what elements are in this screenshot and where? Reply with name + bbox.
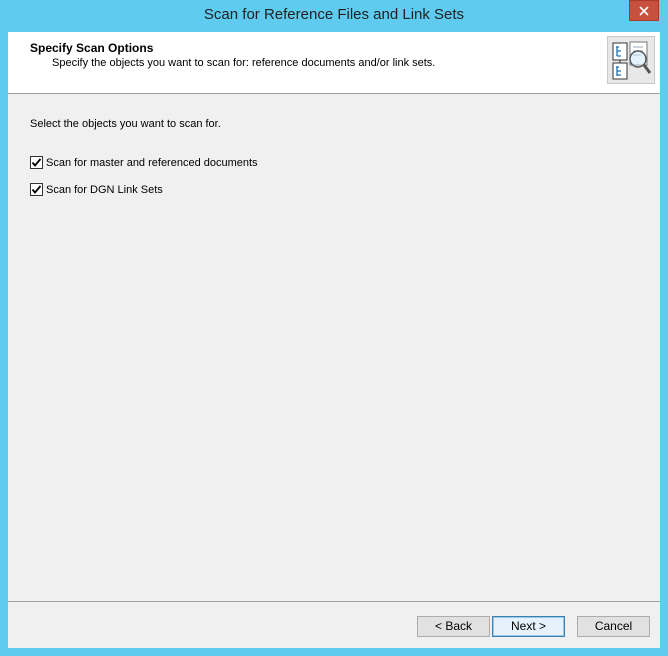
checkmark-icon (31, 158, 42, 167)
dialog-client-area: Specify Scan Options Specify the objects… (8, 32, 660, 648)
scan-linksets-label[interactable]: Scan for DGN Link Sets (46, 184, 163, 196)
dialog-window: Scan for Reference Files and Link Sets S… (0, 0, 668, 656)
cancel-button[interactable]: Cancel (577, 616, 650, 637)
header-title: Specify Scan Options (30, 41, 154, 55)
header-subtitle: Specify the objects you want to scan for… (52, 57, 436, 69)
next-button[interactable]: Next > (492, 616, 565, 637)
wizard-header: Specify Scan Options Specify the objects… (8, 32, 660, 94)
footer-divider (8, 601, 660, 602)
checkmark-icon (31, 185, 42, 194)
scan-linksets-checkbox[interactable] (30, 183, 43, 196)
close-button[interactable] (629, 0, 659, 21)
close-icon (639, 5, 649, 16)
scan-documents-icon (607, 36, 655, 84)
title-bar[interactable]: Scan for Reference Files and Link Sets (0, 0, 668, 32)
back-button[interactable]: < Back (417, 616, 490, 637)
scan-master-option[interactable]: Scan for master and referenced documents (30, 156, 258, 169)
scan-master-label[interactable]: Scan for master and referenced documents (46, 157, 258, 169)
scan-master-checkbox[interactable] (30, 156, 43, 169)
window-title: Scan for Reference Files and Link Sets (203, 6, 465, 23)
instruction-text: Select the objects you want to scan for. (30, 118, 221, 130)
scan-linksets-option[interactable]: Scan for DGN Link Sets (30, 183, 163, 196)
